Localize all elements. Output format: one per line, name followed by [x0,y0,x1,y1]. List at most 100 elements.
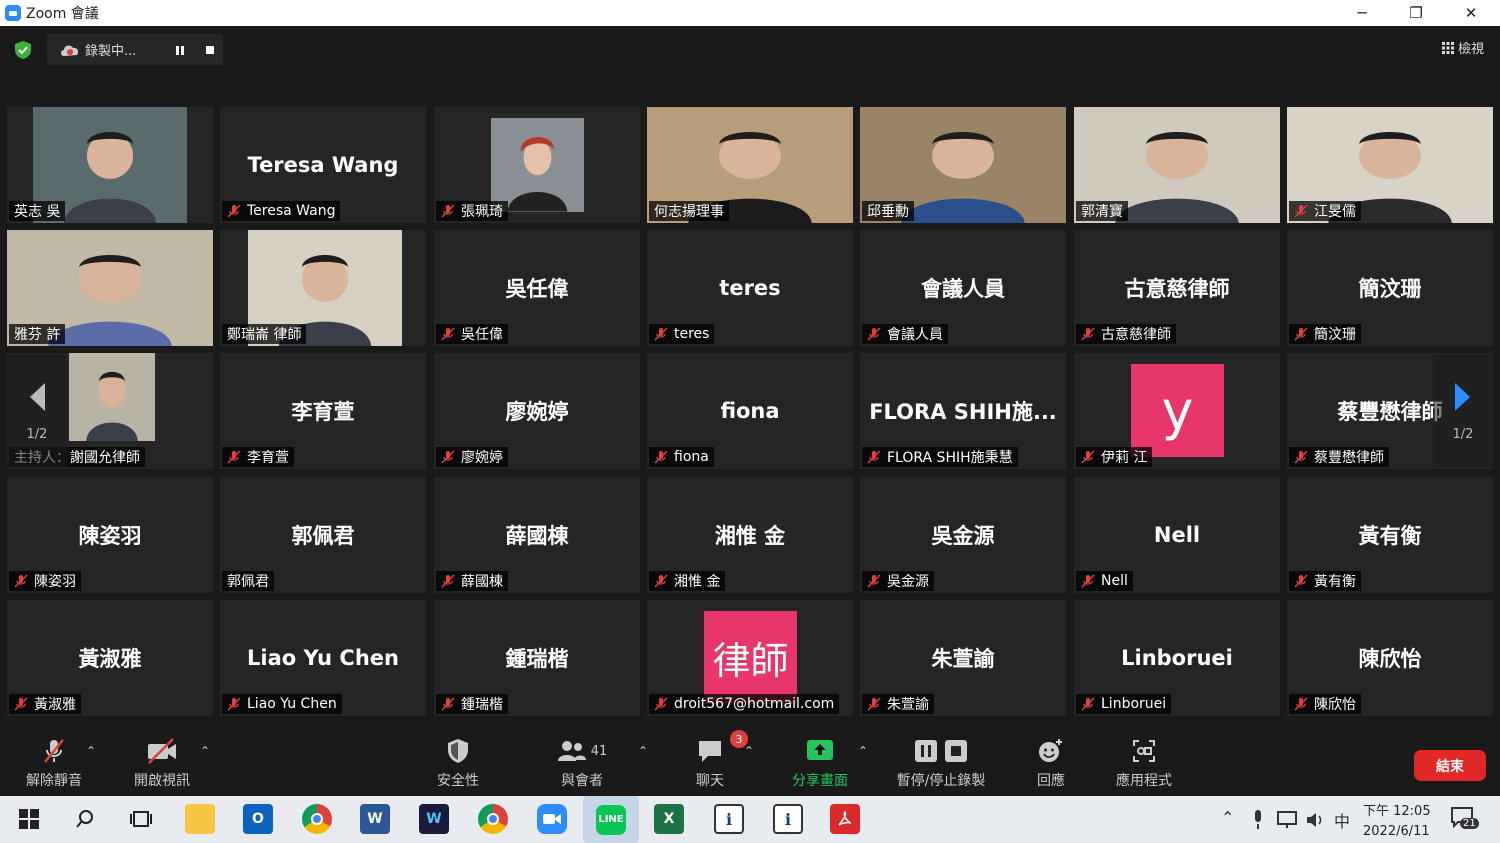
pause-stop-recording-button[interactable]: 暫停/停止錄製 [893,736,989,790]
muted-microphone-icon [441,697,455,711]
notifications-icon[interactable]: 21 [1450,806,1480,834]
chat-button[interactable]: 3 聊天 [680,730,748,790]
participants-label: 與會者 [561,773,603,789]
participant-tile[interactable]: 江旻儒 [1287,107,1493,223]
participant-tile[interactable]: 鄭瑞崙 律師 [220,230,426,346]
line-app-icon[interactable]: LINE [583,796,639,843]
participant-name: Nell [1101,573,1128,589]
video-options-caret[interactable]: ⌃ [200,744,210,758]
participant-tile[interactable]: 李育萱 李育萱 [220,353,426,469]
restore-button[interactable]: ❐ [1393,0,1439,26]
previous-page-button[interactable]: 1/2 [7,355,67,467]
outlook-icon[interactable]: O [243,804,273,834]
participant-name: fiona [674,449,709,465]
participant-tile[interactable]: 邱垂勳 [860,107,1066,223]
muted-microphone-icon [227,697,241,711]
participant-tile[interactable]: 郭清寶 [1074,107,1280,223]
chrome-profile-icon[interactable] [478,804,508,834]
participant-tile[interactable]: 廖婉婷 廖婉婷 [434,353,640,469]
excel-icon[interactable]: X [654,804,684,834]
participant-tile[interactable]: fiona fiona [647,353,853,469]
participant-name: 簡汶珊 [1314,327,1356,343]
view-button[interactable]: 檢視 [1441,38,1484,57]
participant-video [69,353,155,441]
participant-tile[interactable]: 鍾瑞楷 鍾瑞楷 [434,600,640,716]
share-options-caret[interactable]: ⌃ [858,744,868,758]
participant-tile[interactable]: 何志揚理事 [647,107,853,223]
pause-recording-button[interactable] [169,39,191,61]
unmute-button[interactable]: 解除靜音 [22,736,86,790]
participant-name-label: 郭清寶 [1076,201,1128,221]
participant-avatar: 律師 [704,611,797,704]
participant-tile[interactable]: y 伊莉 江 [1074,353,1280,469]
participant-name: 吳金源 [887,574,929,590]
muted-microphone-icon [441,574,455,588]
participant-tile[interactable]: 會議人員 會議人員 [860,230,1066,346]
audio-options-caret[interactable]: ⌃ [86,744,96,758]
info-app-2-icon[interactable]: i [773,804,803,834]
zoom-app-icon[interactable] [537,804,567,834]
participant-tile[interactable]: Liao Yu Chen Liao Yu Chen [220,600,426,716]
word-icon[interactable]: W [360,804,390,834]
participant-tile[interactable]: Teresa Wang Teresa Wang [220,107,426,223]
participant-tile[interactable]: FLORA SHIH施... FLORA SHIH施秉慧 [860,353,1066,469]
participant-name-label: 鍾瑞楷 [436,694,508,714]
stop-recording-button[interactable] [199,39,221,61]
participant-tile[interactable]: 吳任偉 吳任偉 [434,230,640,346]
participants-button[interactable]: 41 與會者 [552,736,612,790]
participant-tile[interactable]: 簡汶珊 簡汶珊 [1287,230,1493,346]
close-button[interactable]: ✕ [1448,0,1494,26]
participant-tile[interactable]: 雅芬 許 [7,230,213,346]
participant-tile[interactable]: 律師 droit567@hotmail.com [647,600,853,716]
participant-tile[interactable]: 吳金源 吳金源 [860,477,1066,593]
participant-tile[interactable]: 黃有衡 黃有衡 [1287,477,1493,593]
stop-icon [206,45,214,54]
participant-tile[interactable]: 英志 吳 [7,107,213,223]
webex-icon[interactable]: W [419,804,449,834]
file-explorer-icon[interactable] [185,804,215,834]
participant-name-label: 吳任偉 [436,324,508,344]
minimize-button[interactable]: ─ [1339,0,1385,26]
participant-tile[interactable]: 張珮琦 [434,107,640,223]
task-view-icon[interactable] [126,804,156,834]
participant-name-label: 黃有衡 [1289,571,1361,591]
next-page-button[interactable]: 1/2 [1433,355,1493,467]
windows-start-icon[interactable] [14,804,44,834]
chat-options-caret[interactable]: ⌃ [744,744,754,758]
end-meeting-button[interactable]: 結束 [1414,750,1486,781]
participant-tile[interactable]: Linboruei Linboruei [1074,600,1280,716]
taskbar-clock[interactable]: 下午 12:05 2022/6/11 [1363,802,1431,842]
volume-icon[interactable] [1305,811,1325,829]
participant-tile[interactable]: 薛國棟 薛國棟 [434,477,640,593]
participant-name: 黃有衡 [1314,574,1356,590]
participant-name-label: 黃淑雅 [9,694,81,714]
apps-button[interactable]: 應用程式 [1112,736,1176,790]
participant-tile[interactable]: 陳姿羽 陳姿羽 [7,477,213,593]
participant-tile[interactable]: Nell Nell [1074,477,1280,593]
input-method-indicator[interactable]: 中 [1334,808,1350,832]
reactions-button[interactable]: 回應 [1022,736,1080,790]
participant-tile[interactable]: 陳欣怡 陳欣怡 [1287,600,1493,716]
apps-label: 應用程式 [1116,773,1172,789]
participants-options-caret[interactable]: ⌃ [638,744,648,758]
search-icon[interactable] [70,804,100,834]
participant-tile[interactable]: 朱萱諭 朱萱諭 [860,600,1066,716]
muted-microphone-icon [1294,574,1308,588]
participant-tile[interactable]: teres teres [647,230,853,346]
info-app-icon[interactable]: i [714,804,744,834]
encryption-shield-icon[interactable] [13,40,33,60]
participant-tile[interactable]: 郭佩君 郭佩君 [220,477,426,593]
security-button[interactable]: 安全性 [426,736,490,790]
network-icon[interactable] [1277,811,1297,829]
participant-name: 何志揚理事 [654,204,724,220]
participant-tile[interactable]: 湘惟 金湘惟 金 [647,477,853,593]
share-screen-button[interactable]: 分享畫面 [788,736,852,790]
start-video-button[interactable]: 開啟視訊 [130,736,194,790]
microphone-icon[interactable] [1252,810,1264,830]
pdf-reader-icon[interactable] [830,804,860,834]
stop-recording-icon [945,740,967,762]
participant-tile[interactable]: 黃淑雅 黃淑雅 [7,600,213,716]
chrome-icon[interactable] [302,804,332,834]
show-hidden-icons-icon[interactable]: ⌃ [1221,808,1234,827]
participant-tile[interactable]: 古意慈律師 古意慈律師 [1074,230,1280,346]
